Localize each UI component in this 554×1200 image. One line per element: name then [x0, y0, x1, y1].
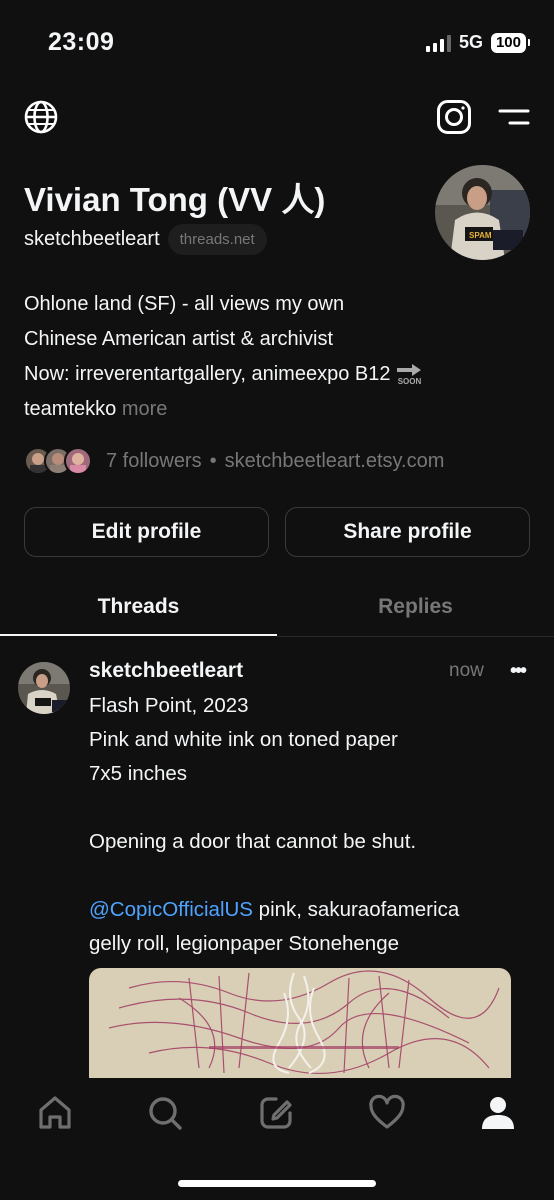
mention-link[interactable]: @CopicOfficialUS — [89, 898, 253, 921]
bio-line: Now: irreverentartgallery, animeexpo B12… — [24, 357, 494, 392]
post-more-button[interactable]: ••• — [510, 660, 527, 683]
edit-profile-button[interactable]: Edit profile — [24, 507, 269, 557]
menu-icon[interactable] — [497, 104, 531, 130]
post-line: @CopicOfficialUS pink, sakuraofamerica — [89, 893, 519, 927]
tab-active-indicator — [0, 634, 277, 636]
avatar[interactable]: SPAM — [435, 165, 530, 260]
status-indicators: 5G 100 — [425, 32, 531, 53]
profile-icon[interactable] — [478, 1093, 518, 1133]
bio-line: Ohlone land (SF) - all views my own — [24, 293, 345, 315]
bio-more-link[interactable]: more — [122, 398, 168, 420]
post-avatar[interactable] — [18, 662, 70, 714]
bio-line-text: teamtekko — [24, 398, 117, 420]
soon-arrow-icon: SOON — [396, 363, 422, 386]
follower-avatar — [64, 447, 92, 475]
tab-threads[interactable]: Threads — [0, 595, 277, 619]
followers-row[interactable]: 7 followers • sketchbeetleart.etsy.com — [24, 447, 444, 475]
network-type: 5G — [458, 32, 483, 52]
bio-line-text: Now: irreverentartgallery, animeexpo B12 — [24, 363, 391, 385]
status-time: 23:09 — [48, 28, 115, 56]
tab-replies[interactable]: Replies — [277, 595, 554, 619]
website-link[interactable]: sketchbeetleart.etsy.com — [225, 450, 445, 473]
post-line: 7x5 inches — [89, 762, 188, 785]
svg-text:SPAM: SPAM — [469, 231, 492, 240]
post-line-text: pink, sakuraofamerica — [252, 898, 460, 921]
share-profile-button[interactable]: Share profile — [285, 507, 530, 557]
post-line: Opening a door that cannot be shut. — [89, 830, 417, 853]
separator-dot: • — [209, 449, 217, 472]
soon-label: SOON — [397, 376, 422, 386]
post-line: gelly roll, legionpaper Stonehenge — [89, 932, 400, 955]
post-username[interactable]: sketchbeetleart — [89, 659, 243, 683]
post-text: Flash Point, 2023 Pink and white ink on … — [89, 689, 519, 961]
profile-bio: Ohlone land (SF) - all views my own Chin… — [24, 287, 494, 427]
bio-line: Chinese American artist & archivist — [24, 328, 334, 350]
post-line: Pink and white ink on toned paper — [89, 728, 398, 751]
tab-divider — [277, 636, 554, 637]
search-icon[interactable] — [145, 1093, 185, 1133]
domain-badge[interactable]: threads.net — [167, 224, 267, 255]
follower-avatars — [24, 447, 92, 475]
battery-icon: 100 — [490, 32, 531, 53]
handle-row: sketchbeetleart threads.net — [24, 224, 267, 255]
post-line: Flash Point, 2023 — [89, 694, 249, 717]
compose-icon[interactable] — [256, 1093, 296, 1133]
profile-name: Vivian Tong (VV 人) — [24, 181, 326, 218]
post-timestamp: now — [449, 660, 484, 681]
globe-icon[interactable] — [24, 100, 58, 134]
signal-icon — [425, 34, 451, 52]
profile-handle: sketchbeetleart — [24, 228, 160, 250]
home-indicator — [178, 1180, 376, 1187]
home-icon[interactable] — [35, 1093, 75, 1133]
bio-line: teamtekko more — [24, 392, 494, 427]
instagram-icon[interactable] — [436, 99, 472, 135]
followers-count[interactable]: 7 followers — [106, 450, 202, 473]
heart-icon[interactable] — [367, 1093, 407, 1133]
post-image[interactable] — [89, 968, 511, 1078]
